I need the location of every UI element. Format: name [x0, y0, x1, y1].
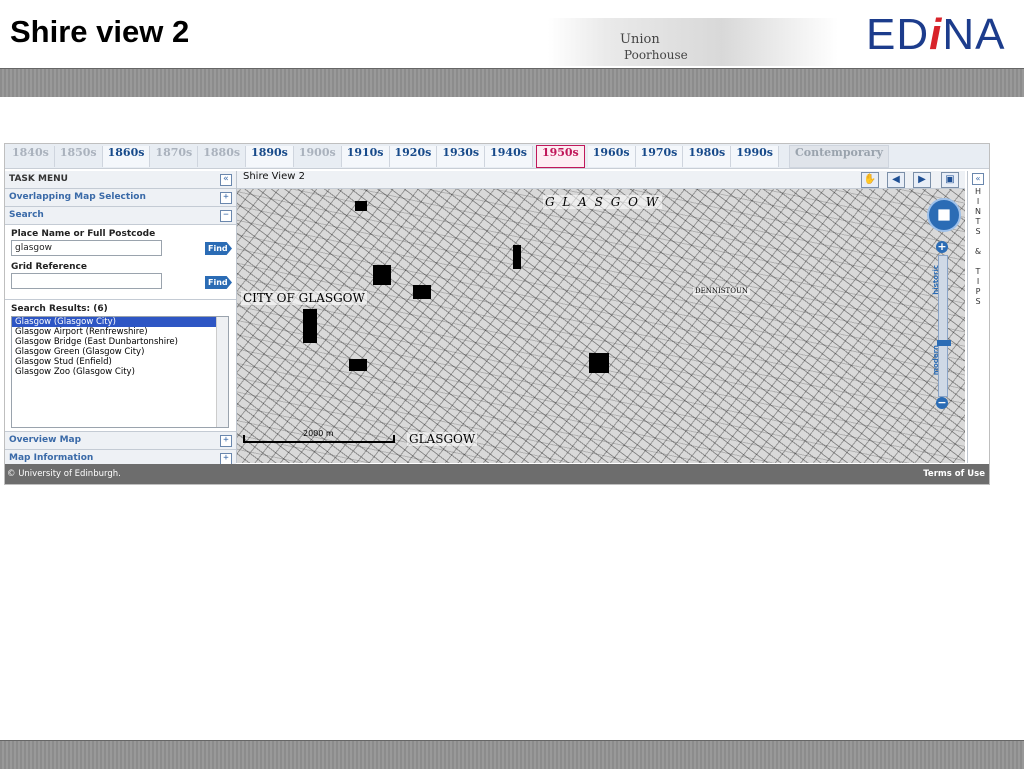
decade-1890s[interactable]: 1890s [246, 145, 294, 167]
previous-view-icon[interactable]: ◀ [887, 172, 905, 188]
slide-title: Shire view 2 [10, 14, 190, 49]
decade-1880s[interactable]: 1880s [198, 145, 247, 167]
copyright-text: © University of Edinburgh. [7, 469, 121, 479]
result-item[interactable]: Glasgow Stud (Enfield) [12, 357, 228, 367]
scale-label: 2000 m [303, 429, 334, 438]
grid-reference-input[interactable] [11, 273, 162, 289]
map-building [349, 359, 367, 371]
expand-plus-icon[interactable]: + [220, 435, 232, 447]
map-building [589, 353, 609, 373]
collapse-left-icon[interactable]: « [220, 174, 232, 186]
decade-1960s[interactable]: 1960s [587, 145, 636, 167]
map-label-glasgow-top: G L A S G O W [543, 195, 663, 209]
place-name-label: Place Name or Full Postcode [11, 229, 156, 239]
header-map-label-union: Union [620, 32, 660, 47]
task-menu-title: TASK MENU [9, 174, 68, 184]
zoom-out-icon[interactable]: − [936, 397, 948, 409]
result-item[interactable]: Glasgow Green (Glasgow City) [12, 347, 228, 357]
top-decor-bar [0, 68, 1024, 97]
task-menu-panel: TASK MENU « Overlapping Map Selection + … [5, 171, 237, 468]
result-item[interactable]: Glasgow (Glasgow City) [12, 317, 216, 327]
edina-logo: EDiNA [866, 10, 1005, 60]
search-results-list[interactable]: Glasgow (Glasgow City) Glasgow Airport (… [11, 316, 229, 428]
map-label-dennistoun: DENNISTOUN [693, 287, 750, 295]
print-icon[interactable]: ▣ [941, 172, 959, 188]
map-information-label: Map Information [9, 453, 94, 463]
digimap-app: 1840s 1850s 1860s 1870s 1880s 1890s 1900… [4, 143, 990, 485]
decade-1870s[interactable]: 1870s [150, 145, 199, 167]
decade-selector: 1840s 1850s 1860s 1870s 1880s 1890s 1900… [5, 144, 989, 169]
decade-1860s[interactable]: 1860s [102, 145, 151, 167]
decade-1940s[interactable]: 1940s [485, 145, 533, 167]
search-header[interactable]: Search − [5, 207, 236, 225]
place-name-input[interactable]: glasgow [11, 240, 162, 256]
hints-tips-label: H I N T S & T I P S [974, 187, 982, 306]
zoom-slider[interactable]: + historic modern − [932, 241, 951, 411]
decade-contemporary[interactable]: Contemporary [789, 144, 889, 168]
logo-pre: ED [866, 10, 930, 59]
header-map-label-poorhouse: Poorhouse [624, 48, 688, 62]
collapse-minus-icon[interactable]: − [220, 210, 232, 222]
map-title-bar: Shire View 2 ✋ ◀ ▶ ▣ [237, 171, 965, 189]
decade-1840s[interactable]: 1840s [7, 145, 55, 167]
bottom-decor-bar [0, 740, 1024, 769]
pan-navigation-icon[interactable] [927, 198, 961, 232]
decade-1990s[interactable]: 1990s [731, 145, 779, 167]
find-grid-button[interactable]: Find [205, 276, 232, 289]
grid-reference-label: Grid Reference [11, 262, 87, 272]
search-label: Search [9, 210, 44, 220]
map-building [373, 265, 391, 285]
map-label-glasgow-bottom: GLASGOW [407, 432, 478, 446]
decade-1980s[interactable]: 1980s [683, 145, 732, 167]
header-map-image: Union Poorhouse [548, 18, 838, 66]
decade-1900s[interactable]: 1900s [294, 145, 342, 167]
decade-1910s[interactable]: 1910s [341, 145, 390, 167]
expand-plus-icon[interactable]: + [220, 192, 232, 204]
decade-1950s[interactable]: 1950s [535, 144, 585, 168]
next-view-icon[interactable]: ▶ [913, 172, 931, 188]
zoom-in-icon[interactable]: + [936, 241, 948, 253]
map-title: Shire View 2 [243, 171, 305, 182]
decade-1970s[interactable]: 1970s [635, 145, 684, 167]
decade-1920s[interactable]: 1920s [389, 145, 438, 167]
find-place-button[interactable]: Find [205, 242, 232, 255]
decade-1930s[interactable]: 1930s [437, 145, 486, 167]
historic-map-canvas[interactable]: G L A S G O W CITY OF GLASGOW GLASGOW DE… [237, 189, 965, 463]
overview-map-header[interactable]: Overview Map + [5, 431, 236, 450]
overlapping-label: Overlapping Map Selection [9, 192, 146, 202]
decade-1850s[interactable]: 1850s [55, 145, 103, 167]
zoom-modern-label: modern [932, 345, 940, 376]
result-item[interactable]: Glasgow Bridge (East Dunbartonshire) [12, 337, 228, 347]
zoom-historic-label: historic [932, 265, 940, 295]
terms-of-use-link[interactable]: Terms of Use [923, 464, 985, 484]
map-building [303, 309, 317, 343]
pan-hand-icon[interactable]: ✋ [861, 172, 879, 188]
overlapping-map-selection-header[interactable]: Overlapping Map Selection + [5, 189, 236, 207]
app-footer: © University of Edinburgh. Terms of Use [5, 464, 989, 484]
map-label-city-of-glasgow: CITY OF GLASGOW [241, 291, 367, 305]
logo-post: NA [942, 10, 1006, 59]
result-item[interactable]: Glasgow Zoo (Glasgow City) [12, 367, 228, 377]
hints-tips-panel[interactable]: « H I N T S & T I P S [967, 171, 988, 463]
task-menu-header: TASK MENU « [5, 171, 236, 189]
map-view: Shire View 2 ✋ ◀ ▶ ▣ G L A S G O W CITY … [237, 171, 965, 463]
search-results-label: Search Results: (6) [11, 304, 108, 314]
map-building [355, 201, 367, 211]
search-form: Place Name or Full Postcode glasgow Find… [5, 225, 236, 300]
map-building [413, 285, 431, 299]
logo-i: i [929, 10, 943, 59]
result-item[interactable]: Glasgow Airport (Renfrewshire) [12, 327, 228, 337]
map-building [513, 245, 521, 269]
expand-hints-icon[interactable]: « [972, 173, 984, 185]
overview-map-label: Overview Map [9, 435, 82, 445]
results-scrollbar[interactable] [216, 317, 228, 427]
